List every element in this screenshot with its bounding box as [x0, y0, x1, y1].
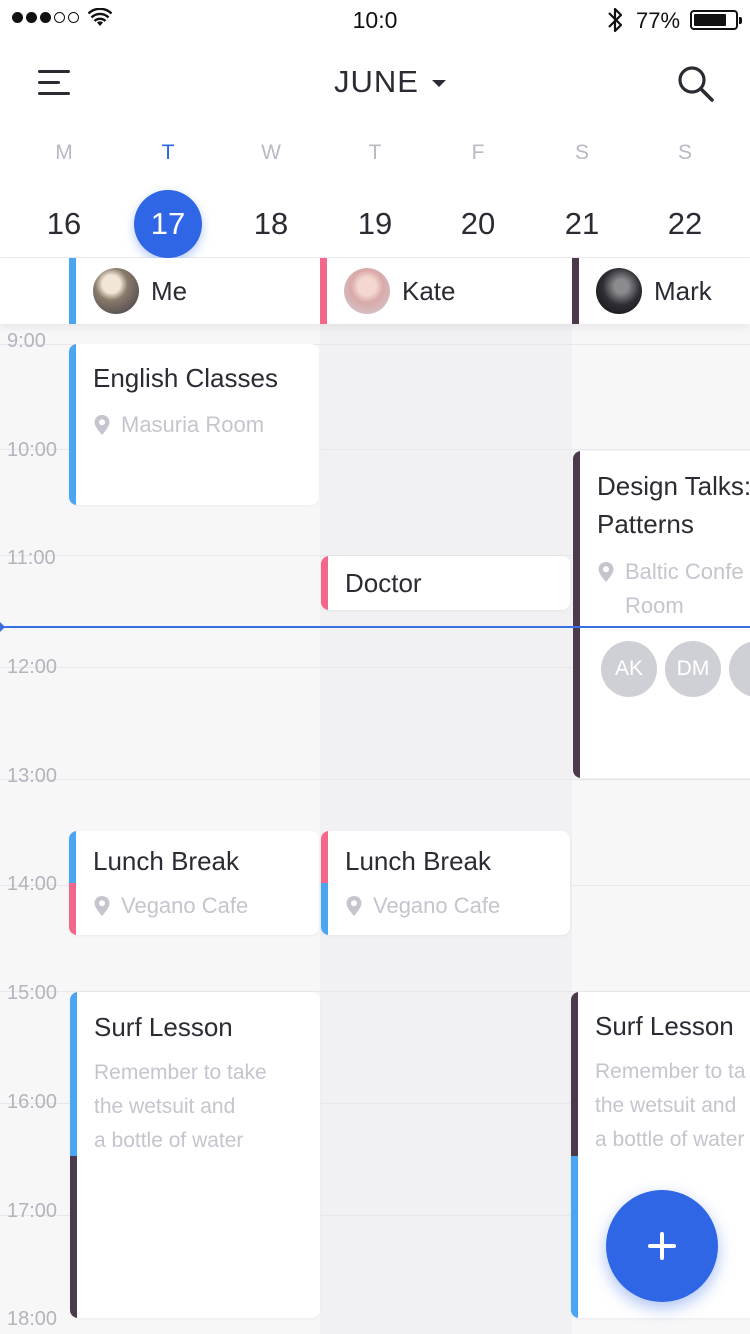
- location-pin-icon: [94, 896, 110, 916]
- event-location-text: Vegano Cafe: [373, 893, 501, 918]
- event-location: Vegano Cafe: [93, 889, 248, 923]
- event-color-stripe: [571, 992, 578, 1156]
- day-16[interactable]: M 16: [12, 136, 116, 258]
- person-color-bar: [572, 258, 579, 324]
- attendee-chip[interactable]: AK: [601, 641, 657, 697]
- hour-label: 11:00: [7, 547, 56, 569]
- avatar: [596, 268, 642, 314]
- event-color-stripe: [321, 556, 328, 610]
- day-22[interactable]: S 22: [633, 136, 737, 258]
- event-title: Doctor: [345, 568, 422, 598]
- search-icon[interactable]: [676, 64, 716, 104]
- avatar: [93, 268, 139, 314]
- bluetooth-icon: [608, 7, 623, 33]
- hour-label: 15:00: [7, 982, 58, 1004]
- day-18[interactable]: W 18: [219, 136, 323, 258]
- event-lunch-break-kate[interactable]: Lunch Break Vegano Cafe: [321, 831, 570, 935]
- location-pin-icon: [598, 562, 614, 582]
- day-19[interactable]: T 19: [323, 136, 427, 258]
- event-color-stripe: [69, 831, 76, 883]
- event-location: Vegano Cafe: [345, 889, 500, 923]
- current-time-marker: [0, 618, 5, 636]
- person-name: Kate: [402, 275, 456, 306]
- avatar: [344, 268, 390, 314]
- person-name: Mark: [654, 275, 712, 306]
- event-color-stripe: [321, 883, 328, 935]
- event-location: Masuria Room: [93, 408, 264, 442]
- hour-label: 12:00: [7, 656, 58, 678]
- attendee-chips: AK DM +: [601, 641, 750, 697]
- person-color-bar: [69, 258, 76, 324]
- status-bar: 10:0 5 77%: [0, 0, 750, 61]
- month-selector[interactable]: JUNE: [300, 64, 450, 100]
- plus-icon: [660, 1232, 664, 1260]
- person-kate[interactable]: Kate: [320, 258, 456, 324]
- day-17-selected[interactable]: T 17: [116, 136, 220, 258]
- kate-column: [320, 324, 572, 1334]
- current-time-line: [0, 626, 750, 628]
- event-surf-lesson-me[interactable]: Surf Lesson Remember to take the wetsuit…: [70, 992, 320, 1318]
- event-color-stripe: [321, 831, 328, 883]
- hour-label: 16:00: [7, 1091, 58, 1113]
- hour-label: 17:00: [7, 1200, 58, 1222]
- hour-line: [0, 779, 750, 780]
- event-title: Surf Lesson: [595, 1011, 734, 1041]
- attendee-chip[interactable]: DM: [665, 641, 721, 697]
- week-strip: M 16 T 17 W 18 T 19 F 20 S 21 S 22: [0, 136, 750, 258]
- hour-label: 14:00: [7, 873, 58, 895]
- event-title: Lunch Break: [93, 846, 239, 876]
- day-20[interactable]: F 20: [426, 136, 530, 258]
- battery-icon: [690, 10, 742, 30]
- wifi-icon: [88, 8, 112, 26]
- event-color-stripe: [69, 883, 76, 935]
- event-location-text: Vegano Cafe: [121, 893, 249, 918]
- hour-label: 10:00: [7, 439, 58, 461]
- person-name: Me: [151, 275, 188, 306]
- event-location: Baltic Confe Room: [597, 555, 744, 623]
- event-color-stripe: [571, 1156, 578, 1318]
- event-english-classes[interactable]: English Classes Masuria Room: [69, 344, 319, 505]
- menu-icon[interactable]: [38, 70, 70, 96]
- event-note: Remember to take the wetsuit and a bottl…: [94, 1061, 267, 1152]
- person-color-bar: [320, 258, 327, 324]
- battery-percent: 77%: [636, 8, 681, 33]
- add-event-button[interactable]: [606, 1190, 718, 1302]
- event-location-text: Masuria Room: [121, 412, 265, 437]
- event-design-talks[interactable]: Design Talks: Patterns Baltic Confe Room…: [573, 451, 750, 778]
- event-location-text: Baltic Confe Room: [625, 559, 744, 618]
- person-me[interactable]: Me: [69, 258, 187, 324]
- event-color-stripe: [70, 992, 77, 1156]
- event-color-stripe: [573, 451, 580, 778]
- location-pin-icon: [346, 896, 362, 916]
- hour-label: 13:00: [7, 765, 58, 787]
- event-title: Design Talks: Patterns: [597, 471, 750, 539]
- attendee-more-chip[interactable]: +: [729, 641, 750, 697]
- event-color-stripe: [70, 1156, 77, 1318]
- location-pin-icon: [94, 415, 110, 435]
- signal-icon: [12, 12, 79, 23]
- event-doctor[interactable]: Doctor: [321, 556, 570, 610]
- calendar-header: JUNE M 16 T 17 W 18 T 19 F 20 S 21 S 22: [0, 40, 750, 258]
- people-bar: Me Kate Mark: [0, 258, 750, 324]
- caret-down-icon[interactable]: [432, 80, 446, 87]
- event-lunch-break-me[interactable]: Lunch Break Vegano Cafe: [69, 831, 319, 935]
- person-mark[interactable]: Mark: [572, 258, 712, 324]
- event-note: Remember to ta the wetsuit and a bottle …: [595, 1060, 746, 1151]
- schedule-grid[interactable]: 9:00 10:00 11:00 12:00 13:00 14:00 15:00…: [0, 324, 750, 1334]
- event-color-stripe: [69, 344, 76, 505]
- event-title: Lunch Break: [345, 846, 491, 876]
- event-title: Surf Lesson: [94, 1012, 233, 1042]
- hour-label: 9:00: [7, 330, 46, 352]
- day-21[interactable]: S 21: [530, 136, 634, 258]
- event-title: English Classes: [93, 363, 278, 393]
- hour-label: 18:00: [7, 1308, 58, 1330]
